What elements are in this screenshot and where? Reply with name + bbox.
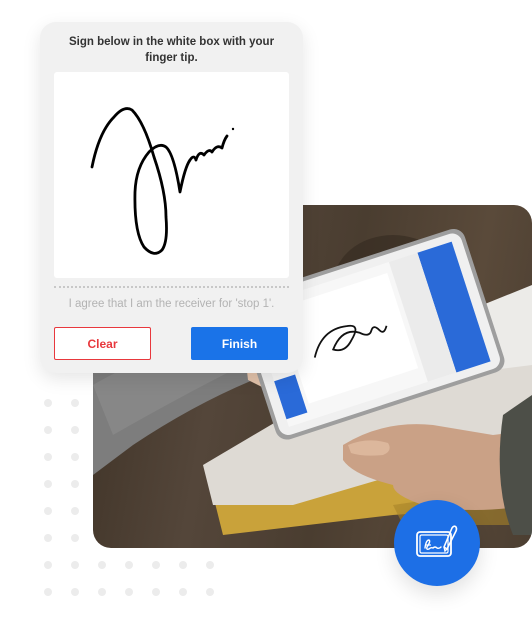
- signature-card: Sign below in the white box with your fi…: [40, 22, 303, 373]
- decor-dot: [206, 588, 214, 596]
- decor-dot: [71, 507, 79, 515]
- decor-dot: [206, 561, 214, 569]
- decor-dot: [71, 480, 79, 488]
- signature-pad[interactable]: [54, 72, 289, 278]
- decor-dot: [125, 588, 133, 596]
- decor-dot: [125, 561, 133, 569]
- decor-dot: [98, 561, 106, 569]
- e-signature-icon: [416, 525, 458, 557]
- decor-dot: [44, 426, 52, 434]
- decor-dot: [179, 588, 187, 596]
- decor-dot: [44, 480, 52, 488]
- decor-dot: [152, 588, 160, 596]
- decor-dot: [44, 507, 52, 515]
- divider: [54, 286, 289, 288]
- decor-dot: [71, 399, 79, 407]
- decor-dot: [71, 588, 79, 596]
- decor-dot: [44, 534, 52, 542]
- agreement-text: I agree that I am the receiver for 'stop…: [68, 298, 275, 310]
- decor-dot: [44, 453, 52, 461]
- signature-stroke: [90, 107, 235, 255]
- decor-dot: [179, 561, 187, 569]
- decor-dot: [71, 453, 79, 461]
- decor-dot: [44, 399, 52, 407]
- decor-dot: [71, 561, 79, 569]
- e-signature-badge: [394, 500, 480, 586]
- decor-dot: [44, 561, 52, 569]
- clear-button[interactable]: Clear: [54, 327, 151, 360]
- decor-dot: [44, 588, 52, 596]
- decor-dot: [98, 588, 106, 596]
- decor-dot: [152, 561, 160, 569]
- decor-dot: [71, 534, 79, 542]
- signature-instruction: Sign below in the white box with your fi…: [68, 36, 275, 64]
- finish-button[interactable]: Finish: [191, 327, 288, 360]
- decor-dot: [71, 426, 79, 434]
